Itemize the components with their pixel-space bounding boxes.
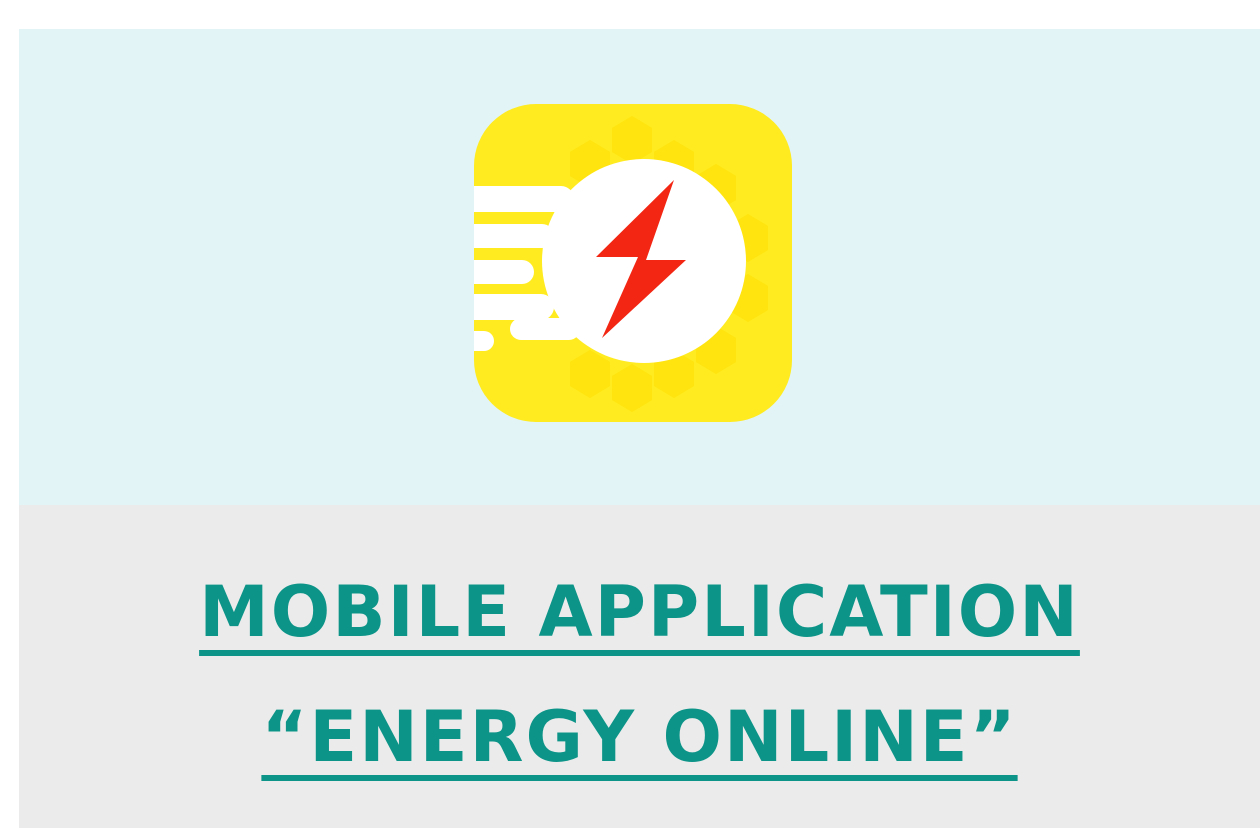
- title-link-energy-online[interactable]: “ENERGY ONLINE”: [261, 696, 1017, 778]
- caption-panel: MOBILE APPLICATION “ENERGY ONLINE”: [19, 505, 1260, 828]
- title-link-mobile-application[interactable]: MOBILE APPLICATION: [199, 571, 1080, 653]
- energy-online-app-icon[interactable]: [474, 104, 792, 422]
- title-line-2: “ENERGY ONLINE”: [19, 702, 1260, 772]
- hero-panel: [19, 29, 1260, 505]
- title-line-1: MOBILE APPLICATION: [19, 577, 1260, 647]
- promo-card: MOBILE APPLICATION “ENERGY ONLINE”: [19, 29, 1260, 828]
- lightning-bolt-icon: [474, 104, 792, 422]
